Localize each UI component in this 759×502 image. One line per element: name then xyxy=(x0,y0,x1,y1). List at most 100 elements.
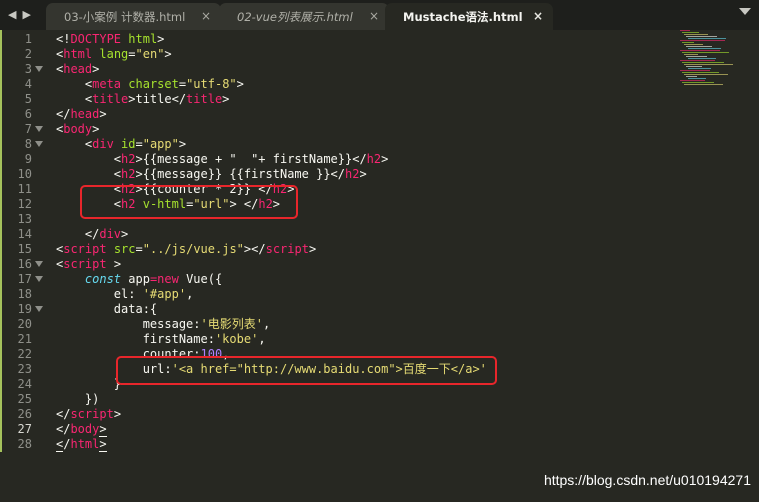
code-text: firstName:'kobe', xyxy=(56,332,266,346)
code-line[interactable]: 20 message:'电影列表', xyxy=(0,317,680,332)
code-text: <h2>{{message + " "+ firstName}}</h2> xyxy=(56,152,389,166)
close-icon[interactable]: × xyxy=(201,9,211,23)
code-line[interactable]: 25 }) xyxy=(0,392,680,407)
tab-label: 03-小案例 计数器.html xyxy=(64,9,186,24)
code-line[interactable]: 14 </div> xyxy=(0,227,680,242)
fold-arrow-icon[interactable] xyxy=(35,261,43,267)
line-number: 3 xyxy=(24,62,32,76)
line-number: 25 xyxy=(17,392,32,406)
line-number: 21 xyxy=(17,332,32,346)
line-number: 5 xyxy=(24,92,32,106)
tab-counter-html[interactable]: 03-小案例 计数器.html × xyxy=(46,3,221,30)
code-line[interactable]: 7 <body> xyxy=(0,122,680,137)
fold-arrow-icon[interactable] xyxy=(35,276,43,282)
fold-arrow-icon[interactable] xyxy=(35,126,43,132)
code-line[interactable]: 26 </script> xyxy=(0,407,680,422)
minimap-line xyxy=(686,66,702,67)
code-line[interactable]: 15 <script src="../js/vue.js"></script> xyxy=(0,242,680,257)
minimap-line xyxy=(682,72,719,73)
code-text: <body> xyxy=(56,122,100,136)
code-text: }) xyxy=(56,392,100,406)
close-icon[interactable]: × xyxy=(369,9,379,23)
minimap-line xyxy=(688,68,711,69)
code-line[interactable]: 9 <h2>{{message + " "+ firstName}}</h2> xyxy=(0,152,680,167)
fold-arrow-icon[interactable] xyxy=(35,306,43,312)
line-number: 26 xyxy=(17,407,32,421)
code-line[interactable]: 16 <script > xyxy=(0,257,680,272)
code-line[interactable]: 21 firstName:'kobe', xyxy=(0,332,680,347)
tab-overflow-icon[interactable] xyxy=(739,8,751,15)
code-text: </script> xyxy=(56,407,122,421)
code-text: } xyxy=(56,377,122,391)
line-number: 28 xyxy=(17,437,32,451)
code-line[interactable]: 17 const app=new Vue({ xyxy=(0,272,680,287)
tab-bar: ◀ ▶ 03-小案例 计数器.html × 02-vue列表展示.html × … xyxy=(0,0,759,30)
minimap-line xyxy=(680,80,705,81)
line-number: 19 xyxy=(17,302,32,316)
close-icon[interactable]: × xyxy=(533,9,543,23)
code-text: <title>title</title> xyxy=(56,92,230,106)
minimap-line xyxy=(686,56,707,57)
watermark: https://blog.csdn.net/u010194271 xyxy=(543,472,751,488)
code-line[interactable]: 28 </html> xyxy=(0,437,680,452)
code-text: </div> xyxy=(56,227,129,241)
code-text: <meta charset="utf-8"> xyxy=(56,77,244,91)
code-line[interactable]: 27 </body> xyxy=(0,422,680,437)
line-number: 14 xyxy=(17,227,32,241)
minimap-line xyxy=(688,48,721,49)
minimap-line xyxy=(684,44,703,45)
line-number: 13 xyxy=(17,212,32,226)
line-number: 9 xyxy=(24,152,32,166)
code-text: message:'电影列表', xyxy=(56,317,271,331)
line-number: 24 xyxy=(17,377,32,391)
line-number: 4 xyxy=(24,77,32,91)
tab-mustache-html-active[interactable]: Mustache语法.html × xyxy=(385,3,553,30)
fold-arrow-icon[interactable] xyxy=(35,141,43,147)
minimap-line xyxy=(680,60,715,61)
code-text: <div id="app"> xyxy=(56,137,187,151)
tab-label: Mustache语法.html xyxy=(403,9,523,24)
minimap-line xyxy=(680,40,725,41)
line-number: 27 xyxy=(17,422,32,436)
code-line[interactable]: 2 <html lang="en"> xyxy=(0,47,680,62)
code-text: <head> xyxy=(56,62,100,76)
minimap-line xyxy=(682,32,699,33)
code-line[interactable]: 18 el: '#app', xyxy=(0,287,680,302)
line-number: 11 xyxy=(17,182,32,196)
fold-arrow-icon[interactable] xyxy=(35,66,43,72)
minimap-line xyxy=(680,70,710,71)
code-line[interactable]: 19 data:{ xyxy=(0,302,680,317)
code-text: <script > xyxy=(56,257,122,271)
line-number: 15 xyxy=(17,242,32,256)
code-text: <script src="../js/vue.js"></script> xyxy=(56,242,317,256)
arrow-right-icon[interactable]: ▶ xyxy=(22,7,30,23)
line-number: 17 xyxy=(17,272,32,286)
tab-vue-list-html[interactable]: 02-vue列表展示.html × xyxy=(219,3,389,30)
code-text: <h2>{{message}} {{firstName }}</h2> xyxy=(56,167,367,181)
highlight-box-url xyxy=(116,356,497,385)
code-text: </head> xyxy=(56,107,107,121)
line-number: 10 xyxy=(17,167,32,181)
code-line[interactable]: 4 <meta charset="utf-8"> xyxy=(0,77,680,92)
line-number: 7 xyxy=(24,122,32,136)
code-line[interactable]: 8 <div id="app"> xyxy=(0,137,680,152)
line-number: 12 xyxy=(17,197,32,211)
code-line[interactable]: 5 <title>title</title> xyxy=(0,92,680,107)
code-line[interactable]: 6 </head> xyxy=(0,107,680,122)
line-number: 16 xyxy=(17,257,32,271)
code-text: el: '#app', xyxy=(56,287,194,301)
arrow-left-icon[interactable]: ◀ xyxy=(8,7,16,23)
code-editor[interactable]: 1 <!DOCTYPE html> 2 <html lang="en"> 3 <head>… xyxy=(0,32,680,452)
line-number: 20 xyxy=(17,317,32,331)
tab-label: 02-vue列表展示.html xyxy=(237,9,353,24)
code-line[interactable]: 1 <!DOCTYPE html> xyxy=(0,32,680,47)
code-line[interactable]: 10 <h2>{{message}} {{firstName }}</h2> xyxy=(0,167,680,182)
code-text: <!DOCTYPE html> xyxy=(56,32,165,46)
line-number: 6 xyxy=(24,107,32,121)
minimap[interactable] xyxy=(678,30,738,90)
minimap-line xyxy=(684,84,723,85)
minimap-line xyxy=(682,42,694,43)
line-number: 2 xyxy=(24,47,32,61)
minimap-line xyxy=(684,64,733,65)
code-line[interactable]: 3 <head> xyxy=(0,62,680,77)
